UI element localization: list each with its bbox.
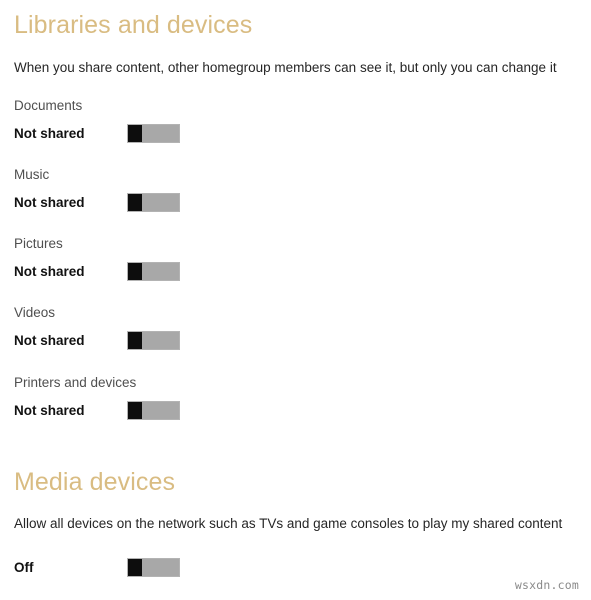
setting-label-pictures: Pictures	[14, 236, 63, 251]
toggle-thumb	[128, 331, 142, 349]
setting-state-pictures: Not shared	[14, 263, 85, 279]
setting-row-printers-and-devices: Printers and devices Not shared	[14, 376, 414, 426]
setting-row-documents: Documents Not shared	[14, 99, 414, 149]
setting-label-printers-and-devices: Printers and devices	[14, 375, 137, 390]
section-description-media-devices: Allow all devices on the network such as…	[14, 516, 563, 531]
section-title-media-devices: Media devices	[14, 468, 176, 496]
setting-label-videos: Videos	[14, 305, 56, 320]
setting-state-line: Not shared	[14, 192, 414, 213]
toggle-switch-music[interactable]	[127, 192, 180, 212]
toggle-thumb	[128, 262, 142, 280]
watermark: wsxdn.com	[514, 578, 579, 592]
setting-state-line: Not shared	[14, 123, 414, 144]
section-title-libraries: Libraries and devices	[14, 11, 253, 39]
setting-row-pictures: Pictures Not shared	[14, 237, 414, 287]
setting-state-videos: Not shared	[14, 332, 85, 348]
toggle-thumb	[128, 401, 142, 419]
section-description-libraries: When you share content, other homegroup …	[14, 60, 557, 75]
setting-row-media-devices: Off	[14, 558, 414, 582]
setting-state-line: Not shared	[14, 400, 414, 421]
toggle-thumb	[128, 559, 142, 576]
setting-row-music: Music Not shared	[14, 168, 414, 218]
setting-label-documents: Documents	[14, 98, 83, 113]
toggle-switch-media-devices[interactable]	[127, 558, 180, 577]
setting-state-music: Not shared	[14, 194, 85, 210]
setting-state-line: Not shared	[14, 261, 414, 282]
toggle-switch-pictures[interactable]	[127, 261, 180, 281]
toggle-thumb	[128, 124, 142, 142]
setting-row-videos: Videos Not shared	[14, 306, 414, 356]
setting-state-line: Not shared	[14, 330, 414, 351]
toggle-thumb	[128, 193, 142, 211]
toggle-switch-documents[interactable]	[127, 123, 180, 143]
setting-state-printers-and-devices: Not shared	[14, 402, 85, 418]
setting-state-documents: Not shared	[14, 125, 85, 141]
toggle-switch-printers-and-devices[interactable]	[127, 400, 180, 420]
settings-page: Libraries and devices When you share con…	[0, 0, 591, 600]
setting-label-music: Music	[14, 167, 50, 182]
toggle-switch-videos[interactable]	[127, 330, 180, 350]
setting-state-media-devices: Off	[14, 560, 34, 575]
